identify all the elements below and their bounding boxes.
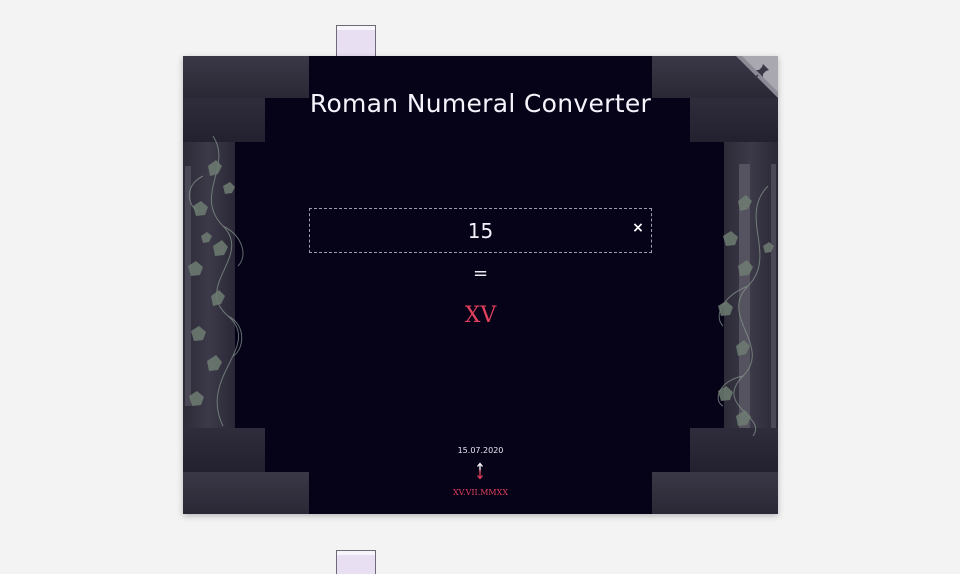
bottom-tab-handle bbox=[336, 550, 376, 574]
number-input[interactable] bbox=[310, 209, 651, 252]
up-down-arrow-icon bbox=[477, 462, 483, 480]
date-label: 15.07.2020 bbox=[457, 446, 504, 455]
converter-window: Roman Numeral Converter × = XV 15.07.202… bbox=[183, 56, 778, 514]
close-icon[interactable]: × bbox=[631, 218, 645, 238]
pin-icon[interactable] bbox=[754, 63, 770, 79]
number-input-box: × bbox=[309, 208, 652, 253]
page-title: Roman Numeral Converter bbox=[309, 89, 652, 118]
top-tab-handle bbox=[336, 25, 376, 58]
equals-sign: = bbox=[472, 263, 489, 284]
roman-result: XV bbox=[464, 303, 497, 328]
roman-date-label: XV.VII.MMXX bbox=[452, 488, 509, 497]
